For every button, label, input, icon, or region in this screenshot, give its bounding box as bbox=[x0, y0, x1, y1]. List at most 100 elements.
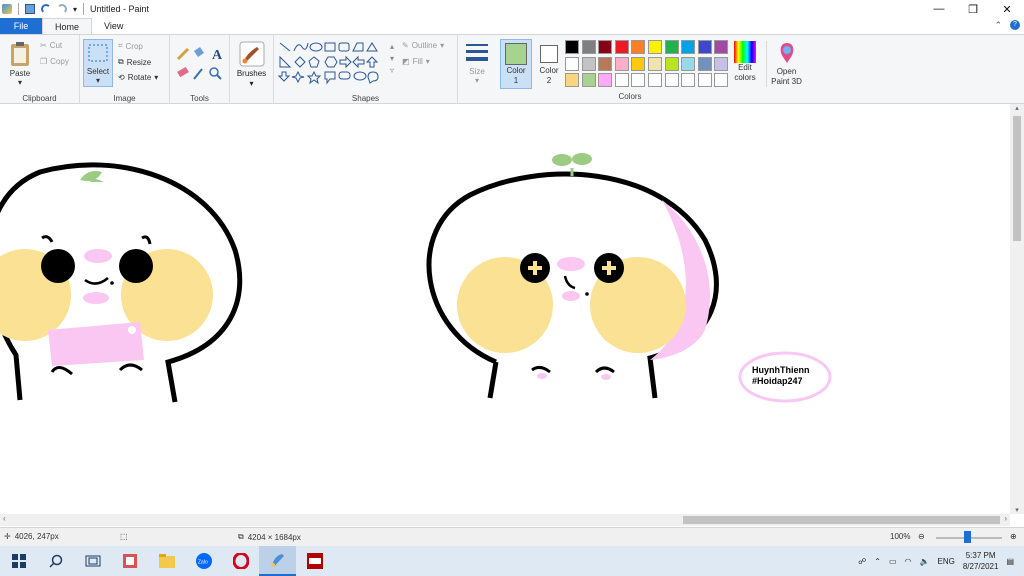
shapes-gallery[interactable] bbox=[278, 41, 388, 85]
notifications-icon[interactable]: ▤ bbox=[1006, 557, 1014, 566]
color-swatch[interactable] bbox=[714, 73, 729, 88]
text-icon[interactable]: A bbox=[212, 48, 223, 63]
drawing-canvas[interactable]: HuynhThienn #Hoidap247 bbox=[0, 104, 1024, 514]
color-swatch[interactable] bbox=[664, 73, 679, 88]
language-indicator[interactable]: ENG bbox=[938, 557, 955, 566]
canvas-drawing bbox=[0, 153, 832, 403]
task-view-icon[interactable] bbox=[74, 546, 111, 576]
close-button[interactable]: ✕ bbox=[990, 0, 1024, 18]
shapes-scroll-icon[interactable]: ▴ ▾ ▿ bbox=[390, 41, 394, 77]
scroll-down-icon[interactable]: ▾ bbox=[1010, 506, 1024, 514]
color-swatch[interactable] bbox=[647, 73, 662, 88]
color-swatch[interactable] bbox=[581, 73, 596, 88]
eraser-icon[interactable] bbox=[177, 66, 189, 78]
copy-button[interactable]: ❐ Copy bbox=[40, 57, 69, 66]
snipping-tool-icon[interactable] bbox=[111, 546, 148, 576]
image-group: Select ▾ ⌗ Crop ⧉ Resize ⟲ Rotate ▾ Image bbox=[80, 35, 170, 105]
restore-button[interactable]: ❐ bbox=[956, 0, 990, 18]
zalo-icon[interactable]: Zalo bbox=[185, 546, 222, 576]
redo-icon[interactable] bbox=[57, 4, 67, 14]
color-swatch[interactable] bbox=[647, 56, 662, 71]
tab-view[interactable]: View bbox=[92, 18, 135, 34]
fill-bucket-icon[interactable] bbox=[194, 47, 204, 57]
rotate-button[interactable]: ⟲ Rotate ▾ bbox=[118, 73, 158, 82]
scroll-left-icon[interactable]: ‹ bbox=[3, 514, 6, 523]
size-button[interactable]: Size ▾ bbox=[462, 41, 492, 85]
color-swatch[interactable] bbox=[598, 40, 613, 54]
color-swatch[interactable] bbox=[631, 73, 646, 88]
clock[interactable]: 5:37 PM 8/27/2021 bbox=[963, 550, 999, 572]
color-swatch[interactable] bbox=[565, 73, 579, 88]
right-character-drawing bbox=[426, 153, 719, 399]
color-swatch[interactable] bbox=[581, 56, 596, 71]
color-swatch[interactable] bbox=[681, 73, 696, 88]
horizontal-scrollbar[interactable]: ‹ › bbox=[0, 514, 1010, 526]
network-icon[interactable]: ◠ bbox=[905, 557, 912, 566]
color-swatch[interactable] bbox=[697, 56, 712, 71]
pencil-icon[interactable] bbox=[176, 47, 190, 61]
zoom-in-icon[interactable]: ⊕ bbox=[1010, 532, 1017, 541]
paint-taskbar-icon[interactable] bbox=[259, 546, 296, 576]
fill-button[interactable]: ◩ Fill ▾ bbox=[402, 57, 430, 66]
color-swatch[interactable] bbox=[697, 40, 712, 54]
zoom-slider-knob[interactable] bbox=[964, 531, 971, 543]
paste-button[interactable]: Paste ▾ bbox=[6, 41, 34, 87]
color2-button[interactable]: Color 2 bbox=[536, 39, 562, 89]
start-button[interactable] bbox=[0, 546, 37, 576]
color-swatch[interactable] bbox=[714, 40, 729, 54]
color-swatch[interactable] bbox=[565, 40, 579, 54]
fill-label: Fill bbox=[412, 57, 423, 66]
zoom-out-icon[interactable]: ⊖ bbox=[918, 532, 925, 541]
color-swatch[interactable] bbox=[697, 73, 712, 88]
open-paint3d-button[interactable]: Open Paint 3D bbox=[766, 41, 806, 87]
show-hidden-icons-icon[interactable]: ⌃ bbox=[874, 557, 881, 566]
vertical-scroll-thumb[interactable] bbox=[1013, 116, 1021, 241]
volume-icon[interactable]: 🔈 bbox=[920, 557, 930, 566]
paint-app-icon[interactable] bbox=[2, 4, 12, 14]
color-swatch[interactable] bbox=[631, 56, 646, 71]
colors-group-label: Colors bbox=[618, 92, 642, 101]
horizontal-scroll-thumb[interactable] bbox=[683, 516, 1000, 524]
cut-button[interactable]: ✂ Cut bbox=[40, 41, 62, 50]
magnifier-icon[interactable] bbox=[209, 67, 222, 80]
undo-icon[interactable] bbox=[41, 4, 51, 14]
color-swatch[interactable] bbox=[581, 40, 596, 54]
outline-button[interactable]: ✎ Outline ▾ bbox=[402, 41, 444, 50]
color-swatch[interactable] bbox=[647, 40, 662, 54]
tab-home[interactable]: Home bbox=[42, 18, 93, 34]
color1-button[interactable]: Color 1 bbox=[500, 39, 532, 89]
people-icon[interactable]: ☍ bbox=[858, 557, 866, 566]
color-swatch[interactable] bbox=[664, 40, 679, 54]
save-icon[interactable] bbox=[25, 4, 35, 14]
color-picker-icon[interactable] bbox=[193, 68, 203, 80]
vertical-scrollbar[interactable]: ▴ ▾ bbox=[1010, 104, 1024, 514]
color-swatch[interactable] bbox=[681, 40, 696, 54]
scroll-right-icon[interactable]: › bbox=[1004, 514, 1007, 523]
color-swatch[interactable] bbox=[664, 56, 679, 71]
tab-file[interactable]: File bbox=[0, 18, 42, 34]
color-swatch[interactable] bbox=[565, 56, 579, 71]
battery-icon[interactable]: ▭ bbox=[889, 557, 897, 566]
customize-quick-access-icon[interactable]: ▾ bbox=[73, 5, 77, 14]
color-swatch[interactable] bbox=[714, 56, 729, 71]
search-icon[interactable] bbox=[37, 546, 74, 576]
color-swatch[interactable] bbox=[614, 56, 629, 71]
minimize-button[interactable]: — bbox=[922, 0, 956, 18]
color-swatch[interactable] bbox=[614, 73, 629, 88]
color-swatch[interactable] bbox=[598, 73, 613, 88]
color-swatch[interactable] bbox=[614, 40, 629, 54]
help-icon[interactable]: ? bbox=[1010, 20, 1020, 30]
opera-icon[interactable] bbox=[222, 546, 259, 576]
crop-button[interactable]: ⌗ Crop bbox=[118, 41, 143, 51]
color-swatch[interactable] bbox=[631, 40, 646, 54]
edit-colors-button[interactable]: Edit colors bbox=[730, 41, 760, 83]
collapse-ribbon-icon[interactable]: ⌃ bbox=[994, 20, 1002, 31]
file-explorer-icon[interactable] bbox=[148, 546, 185, 576]
color-swatch[interactable] bbox=[681, 56, 696, 71]
color-swatch[interactable] bbox=[598, 56, 613, 71]
scroll-up-icon[interactable]: ▴ bbox=[1010, 104, 1024, 112]
select-button[interactable]: Select ▾ bbox=[83, 39, 113, 87]
resize-button[interactable]: ⧉ Resize bbox=[118, 57, 151, 67]
brushes-group[interactable]: Brushes ▾ bbox=[230, 35, 274, 105]
game-app-icon[interactable] bbox=[296, 546, 333, 576]
